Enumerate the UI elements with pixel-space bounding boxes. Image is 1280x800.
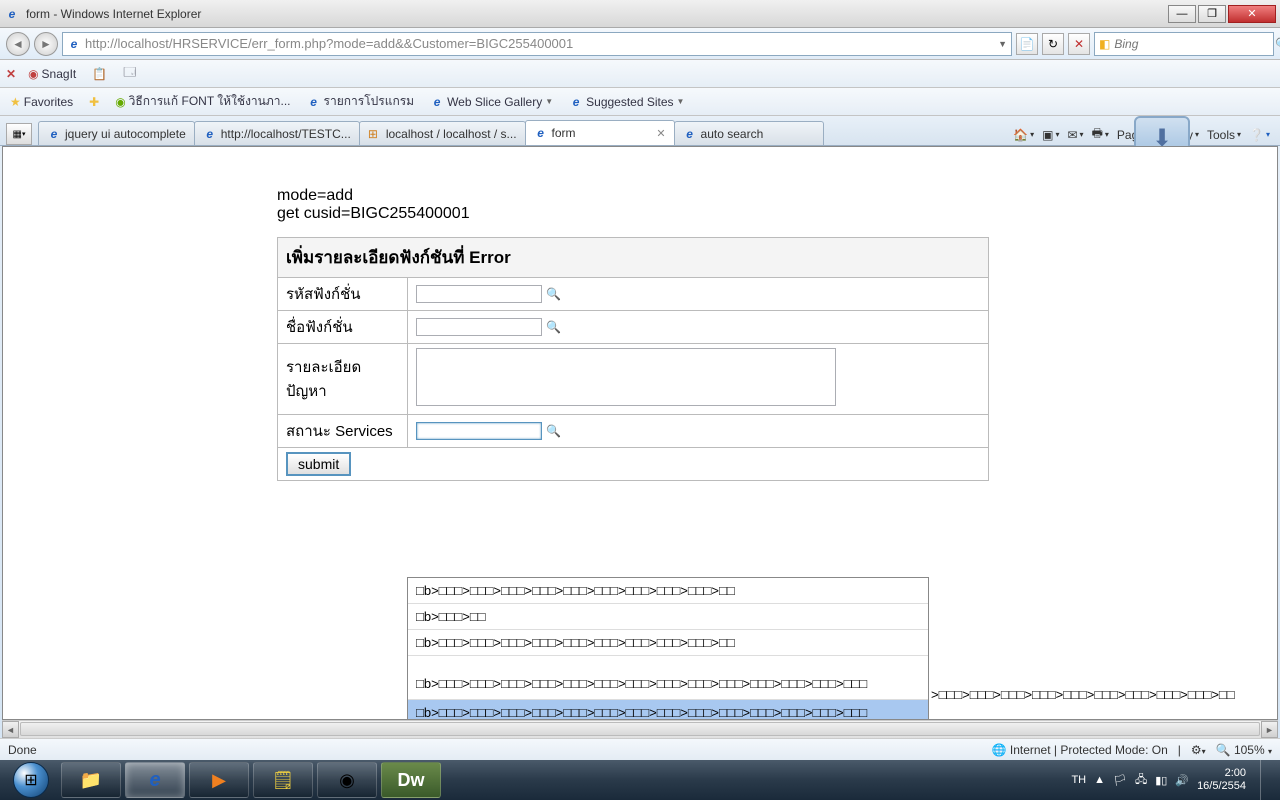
forward-button[interactable]: ► <box>34 32 58 56</box>
add-fav-button[interactable]: ✚ <box>85 93 103 111</box>
feeds-button[interactable]: ▣▾ <box>1042 128 1059 142</box>
status-sep: | <box>1178 743 1181 757</box>
url-box[interactable]: e ▼ <box>62 32 1012 56</box>
func-name-input[interactable] <box>416 318 542 336</box>
search-icon[interactable]: 🔍 <box>1275 37 1280 51</box>
autocomplete-dropdown: □b>□□□>□□□>□□□>□□□>□□□>□□□>□□□>□□□>□□□>□… <box>407 577 929 720</box>
task-explorer[interactable]: 📁 <box>61 762 121 798</box>
taskbar: ⊞ 📁 e ▶ 🗒 ◉ Dw TH ▲ 🏳 🖧 ▮▯ 🔊 2:00 16/5/2… <box>0 760 1280 800</box>
tray-network-icon[interactable]: 🖧 <box>1135 771 1147 790</box>
row-func-name-label: ชื่อฟังก์ชั่น <box>278 311 408 344</box>
row-func-code-label: รหัสฟังก์ชั่น <box>278 278 408 311</box>
print-button[interactable]: 🖶▾ <box>1092 124 1109 145</box>
error-form-table: เพิ่มรายละเอียดฟังก์ชันที่ Error รหัสฟัง… <box>277 237 989 481</box>
window-titlebar: e form - Windows Internet Explorer — ❐ ✕ <box>0 0 1280 28</box>
quick-tabs-button[interactable]: ▦▾ <box>6 123 32 145</box>
status-text: Done <box>8 743 37 757</box>
snagit-button[interactable]: ◉ SnagIt <box>24 65 80 83</box>
favorites-bar: ★ Favorites ✚ ◉ วิธีการแก้ FONT ให้ใช้งา… <box>0 88 1280 116</box>
tab-4[interactable]: eauto search <box>674 121 824 145</box>
detail-textarea[interactable] <box>416 348 836 406</box>
tab-0[interactable]: ejquery ui autocomplete <box>38 121 195 145</box>
address-bar-row: ◄ ► e ▼ 📄 ↻ ✕ ◧ 🔍 <box>0 28 1280 60</box>
page-content: mode=add get cusid=BIGC255400001 เพิ่มรา… <box>2 146 1278 720</box>
tray-wifi-icon[interactable]: ▮▯ <box>1155 774 1167 787</box>
debug-line-1: mode=add <box>277 187 1277 205</box>
task-dreamweaver[interactable]: Dw <box>381 762 441 798</box>
search-icon[interactable]: 🔍 <box>546 287 561 301</box>
autocomplete-overflow-text: >□□□>□□□>□□□>□□□>□□□>□□□>□□□>□□□>□□□>□□ <box>931 687 1235 702</box>
task-ie[interactable]: e <box>125 762 185 798</box>
back-button[interactable]: ◄ <box>6 32 30 56</box>
func-code-input[interactable] <box>416 285 542 303</box>
status-bar: Done 🌐 Internet | Protected Mode: On | ⚙… <box>0 738 1280 760</box>
lang-indicator[interactable]: TH <box>1071 774 1086 786</box>
fav-link-1[interactable]: e รายการโปรแกรม <box>303 90 419 113</box>
search-box[interactable]: ◧ 🔍 <box>1094 32 1274 56</box>
maximize-button[interactable]: ❐ <box>1198 5 1226 23</box>
search-icon[interactable]: 🔍 <box>546 320 561 334</box>
search-input[interactable] <box>1114 37 1271 51</box>
privacy-icon[interactable]: ⚙▾ <box>1191 743 1206 757</box>
scroll-left-button[interactable]: ◄ <box>2 721 19 738</box>
scroll-thumb[interactable] <box>20 722 1260 736</box>
favorites-button[interactable]: ★ Favorites <box>6 93 77 111</box>
zone-info: 🌐 Internet | Protected Mode: On <box>992 743 1168 757</box>
horizontal-scrollbar[interactable]: ◄ ► <box>2 720 1278 738</box>
tab-2[interactable]: ⊞localhost / localhost / s... <box>359 121 526 145</box>
clock[interactable]: 2:00 16/5/2554 <box>1197 767 1246 793</box>
show-desktop-button[interactable] <box>1260 760 1274 800</box>
zoom-control[interactable]: 🔍 105% ▾ <box>1216 743 1272 757</box>
close-button[interactable]: ✕ <box>1228 5 1276 23</box>
url-dropdown-icon[interactable]: ▼ <box>998 39 1007 49</box>
minimize-button[interactable]: — <box>1168 5 1196 23</box>
row-status-label: สถานะ Services <box>278 415 408 448</box>
url-input[interactable] <box>85 36 994 51</box>
debug-line-2: get cusid=BIGC255400001 <box>277 205 1277 223</box>
form-title: เพิ่มรายละเอียดฟังก์ชันที่ Error <box>278 238 989 278</box>
snagit-tool-2[interactable]: 🗔 <box>119 61 140 86</box>
window-title: form - Windows Internet Explorer <box>26 7 1168 21</box>
task-sticky[interactable]: 🗒 <box>253 762 313 798</box>
tools-menu[interactable]: Tools▾ <box>1207 128 1241 142</box>
close-toolbar-button[interactable]: ✕ <box>6 67 16 81</box>
submit-button[interactable]: submit <box>286 452 351 476</box>
mail-button[interactable]: ✉▾ <box>1067 128 1083 142</box>
home-button[interactable]: 🏠▾ <box>1013 128 1034 142</box>
snagit-tool-1[interactable]: 📋 <box>88 65 111 83</box>
task-chrome[interactable]: ◉ <box>317 762 377 798</box>
close-tab-icon[interactable]: ✕ <box>656 127 665 140</box>
compat-view-button[interactable]: 📄 <box>1016 33 1038 55</box>
tab-1[interactable]: ehttp://localhost/TESTC... <box>194 121 360 145</box>
bing-icon: ◧ <box>1099 37 1110 51</box>
fav-link-3[interactable]: e Suggested Sites ▼ <box>565 93 688 111</box>
help-button[interactable]: ❔▾ <box>1249 128 1270 142</box>
autocomplete-item[interactable]: □b>□□□>□□□>□□□>□□□>□□□>□□□>□□□>□□□>□□□>□… <box>408 656 928 700</box>
status-input[interactable] <box>416 422 542 440</box>
start-button[interactable]: ⊞ <box>4 760 58 800</box>
task-wmp[interactable]: ▶ <box>189 762 249 798</box>
stop-button[interactable]: ✕ <box>1068 33 1090 55</box>
autocomplete-item[interactable]: □b>□□□>□□□>□□□>□□□>□□□>□□□>□□□>□□□>□□□>□… <box>408 630 928 656</box>
search-icon[interactable]: 🔍 <box>546 424 561 438</box>
fav-link-0[interactable]: ◉ วิธีการแก้ FONT ให้ใช้งานภา... <box>111 90 294 113</box>
tray-flag-icon[interactable]: 🏳 <box>1113 774 1127 787</box>
refresh-button[interactable]: ↻ <box>1042 33 1064 55</box>
tab-3[interactable]: eform✕ <box>525 120 675 145</box>
ie-icon: e <box>4 6 20 22</box>
autocomplete-item[interactable]: □b>□□□>□□ <box>408 604 928 630</box>
system-tray: TH ▲ 🏳 🖧 ▮▯ 🔊 2:00 16/5/2554 <box>1071 760 1276 800</box>
page-icon: e <box>67 37 81 51</box>
autocomplete-item[interactable]: □b>□□□>□□□>□□□>□□□>□□□>□□□>□□□>□□□>□□□>□… <box>408 578 928 604</box>
fav-link-2[interactable]: e Web Slice Gallery ▼ <box>426 93 557 111</box>
row-detail-label: รายละเอียดปัญหา <box>278 344 408 415</box>
tray-chevron-icon[interactable]: ▲ <box>1094 774 1105 786</box>
tab-row: ▦▾ ejquery ui autocomplete ehttp://local… <box>0 116 1280 146</box>
autocomplete-item[interactable]: □b>□□□>□□□>□□□>□□□>□□□>□□□>□□□>□□□>□□□>□… <box>408 700 928 720</box>
tray-volume-icon[interactable]: 🔊 <box>1175 774 1189 787</box>
scroll-right-button[interactable]: ► <box>1261 721 1278 738</box>
snagit-toolbar: ✕ ◉ SnagIt 📋 🗔 ⬇ <box>0 60 1280 88</box>
